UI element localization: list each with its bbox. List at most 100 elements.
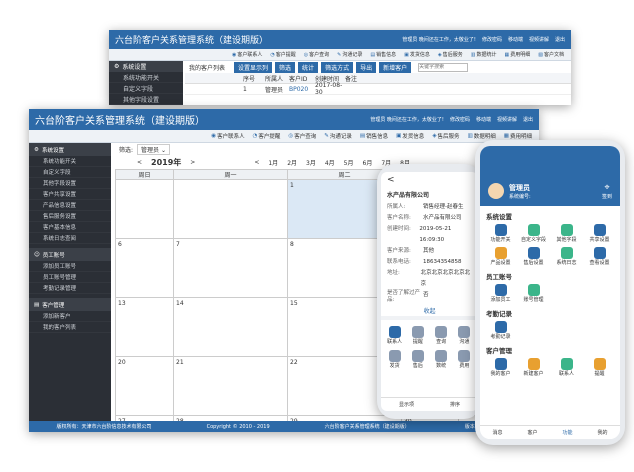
tb-service[interactable]: ◈ 售后服务 (435, 51, 466, 59)
sidebar-item[interactable]: 添加新客户 (29, 311, 111, 322)
menu-item[interactable]: 功能开关 (484, 224, 517, 243)
logout-link[interactable]: 退出 (523, 116, 533, 123)
tb-remind[interactable]: ◔ 客户提醒 (250, 132, 284, 140)
sidebar-item[interactable]: 其他字段设置 (29, 178, 111, 189)
btn-stat[interactable]: 统计 (298, 61, 319, 73)
tb-cost[interactable]: ▦ 费用明细 (502, 51, 534, 59)
video-link[interactable]: 视频讲解 (529, 36, 549, 43)
back-sidebar-item[interactable]: 系统功能开关 (109, 72, 183, 83)
sidebar-item[interactable]: 售后服务设置 (29, 211, 111, 222)
tb-cost[interactable]: ▦ 费用明细 (501, 132, 535, 140)
back-sidebar-item[interactable]: 自定义字段 (109, 83, 183, 94)
cost-icon-item[interactable]: 费用 (453, 350, 476, 369)
menu-item[interactable]: 联系人 (550, 358, 583, 377)
sidebar-item[interactable]: 我的客户列表 (29, 322, 111, 333)
tb-service[interactable]: ◈ 售后服务 (429, 132, 462, 140)
menu-item[interactable]: 其他字段 (550, 224, 583, 243)
prev-year-icon[interactable]: < (137, 159, 142, 166)
month-tab[interactable]: 1月 (268, 158, 278, 167)
month-tab[interactable]: 2月 (287, 158, 297, 167)
month-tab[interactable]: 4月 (325, 158, 335, 167)
month-tab[interactable]: 3月 (306, 158, 316, 167)
display-options-button[interactable]: 显示项 (399, 401, 414, 408)
back-icon[interactable]: < (381, 172, 478, 190)
prev-month-icon[interactable]: < (254, 159, 259, 166)
contact-icon-item[interactable]: 联系人 (383, 326, 406, 345)
day-cell[interactable]: 13 (116, 298, 174, 357)
sidebar-group-settings[interactable]: ⚙ 系统设置 (29, 143, 111, 156)
tb-doc[interactable]: ▧ 客户文档 (535, 51, 567, 59)
day-cell[interactable]: 14 (174, 298, 288, 357)
btn-columns[interactable]: 设置显示列 (234, 61, 273, 73)
sidebar-group-staff[interactable]: ☺ 员工账号 (29, 248, 111, 261)
tab-functions[interactable]: 功能 (562, 429, 572, 436)
sidebar-item[interactable]: 系统日志查阅 (29, 233, 111, 244)
day-cell[interactable]: 21 (174, 357, 288, 416)
tb-query[interactable]: ◎ 客户查询 (285, 132, 319, 140)
sidebar-group-customer[interactable]: ▤ 客户管理 (29, 298, 111, 311)
menu-item[interactable]: 系统日志 (550, 247, 583, 266)
tb-stat[interactable]: ▥ 数据统计 (468, 51, 500, 59)
tb-comm[interactable]: ✎ 沟通记录 (334, 51, 365, 59)
day-cell[interactable]: 6 (116, 239, 174, 298)
sidebar-item[interactable]: 考勤记录管理 (29, 283, 111, 294)
month-tab[interactable]: 5月 (344, 158, 354, 167)
sidebar-item[interactable]: 自定义字段 (29, 167, 111, 178)
btn-filter-mode[interactable]: 筛选方式 (321, 61, 354, 73)
day-cell[interactable] (116, 180, 174, 239)
menu-item[interactable]: 共享设置 (583, 224, 616, 243)
tb-query[interactable]: ◎ 客户查询 (301, 51, 332, 59)
tab-messages[interactable]: 消息 (492, 429, 502, 436)
menu-item[interactable]: 产品设置 (484, 247, 517, 266)
day-cell[interactable] (174, 180, 288, 239)
tb-contact[interactable]: ◉ 客户联系人 (229, 51, 265, 59)
sidebar-item[interactable]: 客户共享设置 (29, 189, 111, 200)
mobile-link[interactable]: 移动端 (508, 36, 523, 43)
stat-icon-item[interactable]: 数统 (430, 350, 453, 369)
menu-item[interactable]: 自定义字段 (517, 224, 550, 243)
menu-item[interactable]: 考勤记录 (484, 321, 517, 340)
tb-contact[interactable]: ◉ 客户联系人 (208, 132, 247, 140)
query-icon-item[interactable]: 查询 (430, 326, 453, 345)
menu-item[interactable]: 账号管理 (517, 284, 550, 303)
sidebar-item[interactable]: 员工账号管理 (29, 272, 111, 283)
menu-item[interactable]: 添加员工 (484, 284, 517, 303)
back-sidebar-group[interactable]: ⚙ 系统设置 (109, 61, 183, 72)
day-cell[interactable]: 7 (174, 239, 288, 298)
tb-detail[interactable]: ▥ 数据明细 (465, 132, 499, 140)
table-row[interactable]: 1 管理员 BP020 2017-08-30 (185, 82, 571, 96)
tb-comm[interactable]: ✎ 沟通记录 (321, 132, 355, 140)
next-year-icon[interactable]: > (190, 159, 195, 166)
tb-remind[interactable]: ◔ 客户提醒 (267, 51, 298, 59)
sidebar-item[interactable]: 系统功能开关 (29, 156, 111, 167)
collapse-link[interactable]: 收起 (381, 304, 478, 320)
menu-item[interactable]: 新建客户 (517, 358, 550, 377)
tab-me[interactable]: 我的 (597, 429, 607, 436)
logout-link[interactable]: 退出 (555, 36, 565, 43)
btn-new-customer[interactable]: 新增客户 (379, 61, 412, 73)
search-input[interactable] (418, 62, 469, 72)
mobile-link[interactable]: 移动端 (476, 116, 491, 123)
btn-filter[interactable]: 筛选 (275, 61, 296, 73)
menu-item[interactable]: 我的客户 (484, 358, 517, 377)
menu-item[interactable]: 查看设置 (583, 247, 616, 266)
month-tab[interactable]: 6月 (363, 158, 373, 167)
comm-icon-item[interactable]: 沟通 (453, 326, 476, 345)
tab-customers[interactable]: 客户 (527, 429, 537, 436)
sidebar-item[interactable]: 客户基本信息 (29, 222, 111, 233)
sign-in-button[interactable]: ⌖ 签到 (602, 183, 612, 200)
day-cell[interactable]: 20 (116, 357, 174, 416)
tb-sales[interactable]: ▤ 销售信息 (357, 132, 391, 140)
remind-icon-item[interactable]: 提醒 (406, 326, 429, 345)
tb-ship[interactable]: ▣ 发货信息 (393, 132, 427, 140)
change-password-link[interactable]: 修改密码 (450, 116, 470, 123)
sort-button[interactable]: 排序 (450, 401, 460, 408)
service-icon-item[interactable]: 售后 (406, 350, 429, 369)
sidebar-item[interactable]: 添加员工账号 (29, 261, 111, 272)
tb-ship[interactable]: ▣ 发货信息 (401, 51, 433, 59)
tb-sales[interactable]: ▤ 销售信息 (367, 51, 399, 59)
ship-icon-item[interactable]: 发货 (383, 350, 406, 369)
filter-select[interactable]: 管理员 ⌄ (137, 143, 170, 155)
back-sidebar-item[interactable]: 其他字段设置 (109, 94, 183, 105)
change-password-link[interactable]: 修改密码 (482, 36, 502, 43)
